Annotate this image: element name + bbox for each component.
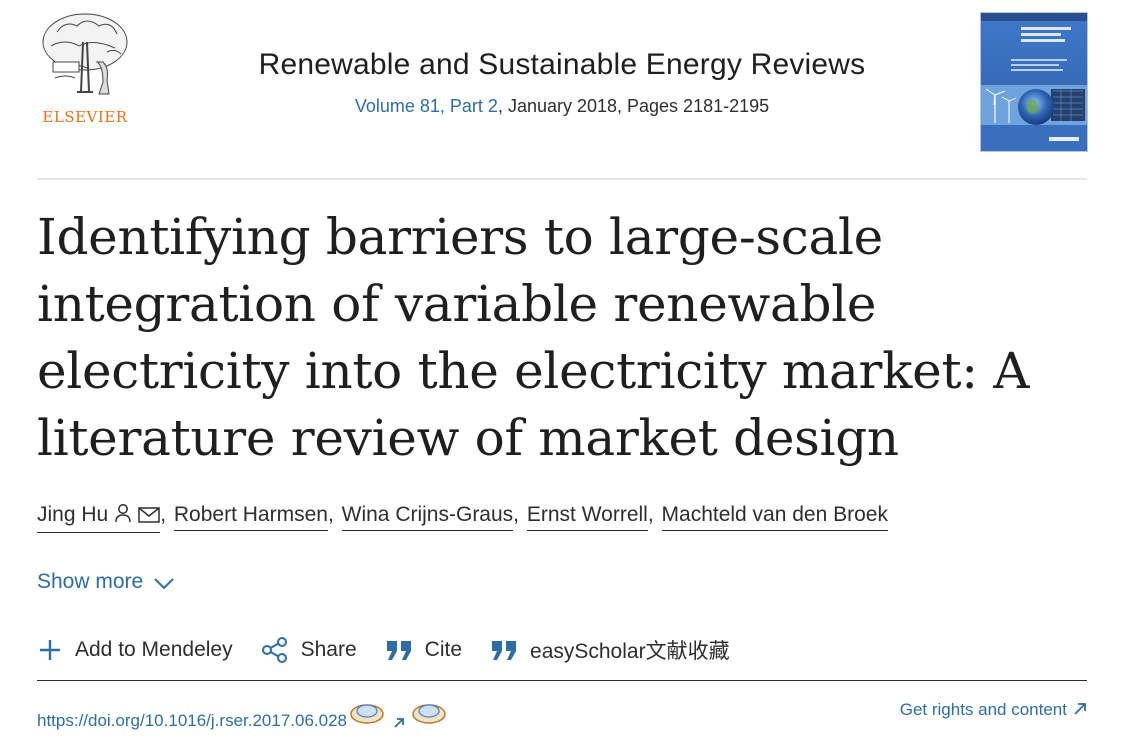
show-more-button[interactable]: Show more: [37, 570, 175, 594]
actions-divider: [37, 680, 1087, 681]
share-label: Share: [300, 638, 357, 661]
author-link[interactable]: Machteld van den Broek: [661, 503, 888, 531]
issue-info: , January 2018, Pages 2181-2195: [497, 96, 770, 116]
author-link[interactable]: Wina Crijns-Graus: [341, 503, 514, 531]
person-icon: [114, 503, 132, 529]
journal-cover-image[interactable]: [980, 12, 1088, 152]
journal-title-link[interactable]: Renewable and Sustainable Energy Reviews: [259, 48, 866, 81]
author-link[interactable]: Ernst Worrell: [526, 503, 648, 531]
author-name: Jing Hu: [37, 503, 109, 526]
author-name: Wina Crijns-Graus: [341, 503, 514, 526]
author-link[interactable]: Jing Hu: [37, 503, 161, 533]
tree-logo-icon: [42, 13, 128, 95]
easyscholar-button[interactable]: easyScholar文献收藏: [490, 635, 730, 665]
author-separator: ,: [160, 503, 167, 526]
author-separator: ,: [647, 503, 654, 526]
author-link[interactable]: Robert Harmsen: [173, 503, 328, 531]
author-separator: ,: [327, 503, 334, 526]
article-actions: Add to Mendeley Share Cite easyScholar文献…: [37, 630, 758, 670]
author-separator: ,: [513, 503, 520, 526]
external-link-icon[interactable]: [391, 715, 407, 731]
scholar-badge-icon[interactable]: [349, 700, 385, 731]
chevron-down-icon: [154, 578, 174, 590]
get-rights-link[interactable]: Get rights and content: [900, 700, 1087, 720]
easyscholar-label: easyScholar文献收藏: [530, 640, 730, 663]
article-title: Identifying barriers to large-scale inte…: [37, 208, 1030, 467]
plus-icon: [40, 640, 60, 660]
author-name: Ernst Worrell: [526, 503, 648, 526]
quote-icon: [492, 641, 517, 660]
share-icon: [261, 637, 287, 663]
cite-button[interactable]: Cite: [385, 638, 462, 662]
show-more-label: Show more: [37, 570, 144, 593]
header-divider: [37, 178, 1087, 180]
external-link-icon: [1074, 703, 1086, 715]
add-to-mendeley-button[interactable]: Add to Mendeley: [37, 637, 233, 663]
doi-row: https://doi.org/10.1016/j.rser.2017.06.0…: [37, 700, 447, 731]
add-to-mendeley-label: Add to Mendeley: [75, 638, 233, 661]
journal-info: Renewable and Sustainable Energy Reviews…: [147, 48, 977, 117]
publisher-logo-text: ELSEVIER: [42, 108, 128, 126]
share-button[interactable]: Share: [261, 636, 357, 664]
journal-cover-icon: [981, 13, 1087, 151]
doi-link[interactable]: https://doi.org/10.1016/j.rser.2017.06.0…: [37, 711, 347, 731]
envelope-icon: [138, 505, 160, 529]
cite-label: Cite: [424, 638, 463, 661]
scholar-badge-icon[interactable]: [411, 700, 447, 731]
journal-header: ELSEVIER Renewable and Sustainable Energ…: [37, 0, 1088, 180]
author-name: Robert Harmsen: [173, 503, 328, 526]
volume-link[interactable]: Volume 81, Part 2: [355, 96, 498, 116]
author-list: Jing Hu, Robert Harmsen, Wina Crijns-Gra…: [37, 503, 888, 533]
author-name: Machteld van den Broek: [661, 503, 888, 526]
elsevier-logo[interactable]: ELSEVIER: [37, 12, 133, 126]
get-rights-label: Get rights and content: [899, 700, 1067, 719]
journal-meta: Volume 81, Part 2, January 2018, Pages 2…: [147, 96, 977, 117]
quote-icon: [386, 641, 411, 660]
